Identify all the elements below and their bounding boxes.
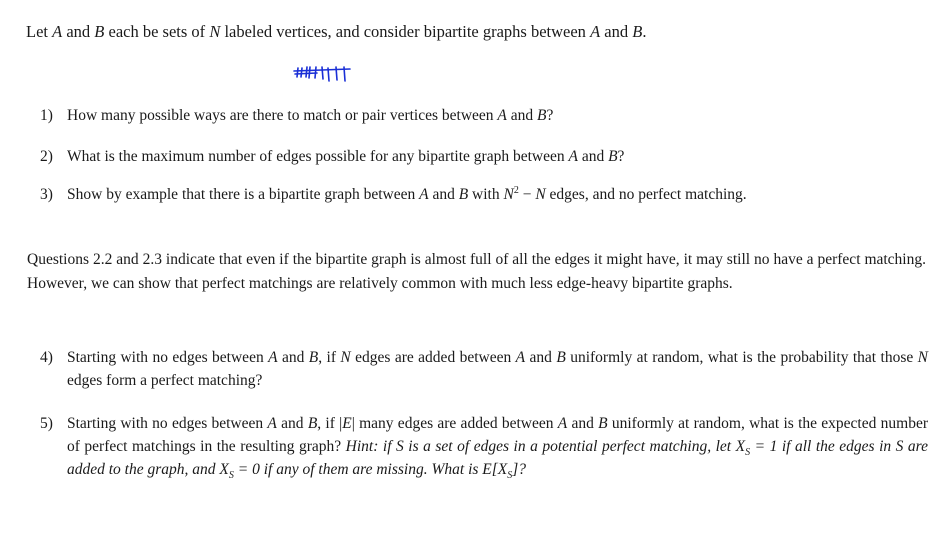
intro-text: each be sets of (104, 22, 210, 41)
text: − (518, 186, 536, 203)
math-N: N (535, 186, 546, 203)
math-B: B (308, 349, 319, 366)
text: Starting with no edges between (67, 349, 269, 366)
math-A: A (52, 22, 63, 41)
text: Show by example that there is a bipartit… (67, 186, 420, 203)
question-text: What is the maximum number of edges poss… (67, 145, 928, 168)
math-A: A (497, 107, 507, 124)
text: What is the maximum number of edges poss… (67, 148, 569, 165)
math-B: B (608, 148, 618, 165)
math-A: A (568, 148, 578, 165)
question-number: 1) (40, 107, 53, 124)
math-B: B (632, 22, 643, 41)
question-text: How many possible ways are there to matc… (67, 104, 928, 127)
math-A: A (419, 186, 429, 203)
math-A: A (557, 415, 568, 432)
question-4: 4) Starting with no edges between A and … (40, 346, 928, 392)
question-text: Show by example that there is a bipartit… (67, 183, 928, 206)
text: , if | (317, 415, 343, 432)
math-N: N (209, 22, 221, 41)
text: uniformly at random, what is the probabi… (565, 349, 918, 366)
text: and (525, 349, 557, 366)
question-number: 2) (40, 148, 53, 165)
math-A: A (590, 22, 601, 41)
question-5: 5) Starting with no edges between A and … (40, 412, 928, 481)
intro-text: and (62, 22, 95, 41)
math-B: B (556, 349, 566, 366)
text: | many edges are added between (351, 415, 558, 432)
math-N: N (503, 186, 514, 203)
text: and (577, 148, 609, 165)
question-2: 2) What is the maximum number of edges p… (40, 145, 928, 168)
math-B: B (307, 415, 318, 432)
intro-text: labeled vertices, and consider bipartite… (220, 22, 591, 41)
math-E: E (342, 415, 352, 432)
math-A: A (267, 415, 277, 432)
text: and (428, 186, 459, 203)
math-N: N (917, 349, 928, 366)
text: ? (546, 107, 554, 124)
intro-text: and (600, 22, 633, 41)
question-text: Starting with no edges between A and B, … (67, 412, 928, 481)
math-B: B (598, 415, 608, 432)
question-number: 4) (40, 349, 53, 366)
math-B: B (94, 22, 105, 41)
text: , if (318, 349, 341, 366)
question-3: 3) Show by example that there is a bipar… (40, 183, 928, 206)
question-number: 3) (40, 186, 53, 203)
text: with (468, 186, 504, 203)
text: and (277, 349, 309, 366)
text: edges are added between (350, 349, 516, 366)
handwritten-tally-marks-icon (293, 66, 351, 82)
hint-label: Hint: (345, 438, 379, 455)
math-N: N (340, 349, 351, 366)
intro-sentence: Let A and B each be sets of N labeled ve… (26, 22, 646, 42)
text: edges, and no perfect matching. (545, 186, 747, 203)
hint-text: ]? (512, 461, 527, 478)
math-A: A (515, 349, 526, 366)
question-1: 1) How many possible ways are there to m… (40, 104, 928, 127)
hint-text: = 0 if any of them are missing. What is … (233, 461, 508, 478)
text: Starting with no edges between (67, 415, 268, 432)
text: edges form a perfect matching? (67, 372, 263, 389)
text: How many possible ways are there to matc… (67, 107, 498, 124)
text: and (506, 107, 538, 124)
text: and (276, 415, 308, 432)
intro-text: . (642, 22, 647, 41)
math-B: B (458, 186, 469, 203)
math-A: A (268, 349, 278, 366)
hint-text: if S is a set of edges in a potential pe… (378, 438, 746, 455)
text: ? (617, 148, 625, 165)
intro-text: Let (26, 22, 53, 41)
question-text: Starting with no edges between A and B, … (67, 346, 928, 392)
text: and (567, 415, 599, 432)
question-number: 5) (40, 415, 53, 432)
explanation-paragraph: Questions 2.2 and 2.3 indicate that even… (27, 251, 926, 292)
